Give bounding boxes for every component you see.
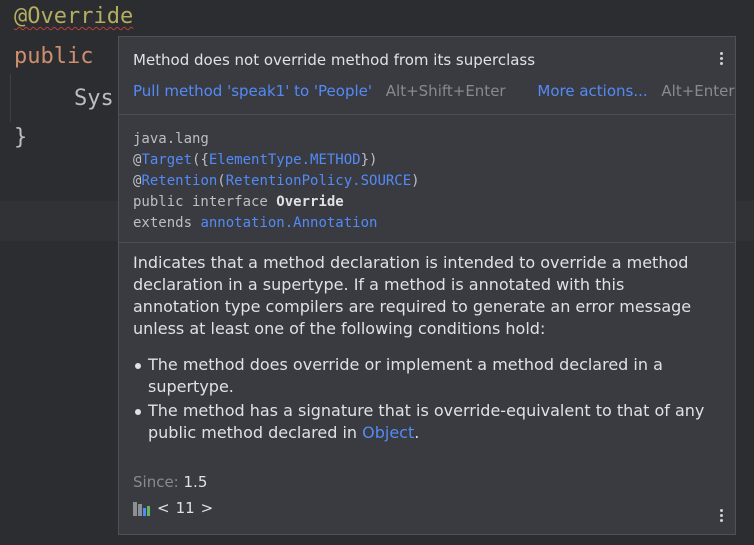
paren: }) [360,152,378,168]
annotation-type-link[interactable]: annotation.Annotation [200,215,377,231]
since-value: 1.5 [183,473,208,491]
version-number: 11 [175,499,195,517]
override-annotation[interactable]: @Override [14,4,133,29]
interface-name: Override [276,194,344,210]
more-actions-shortcut: Alt+Enter [661,82,735,100]
paren: ( [217,173,226,189]
version-navigator: < 11 > [133,499,213,517]
list-item: The method has a signature that is overr… [133,400,713,444]
more-vertical-icon[interactable] [720,52,724,67]
code-line-method-decl[interactable]: public [14,44,93,70]
doc-intro: Indicates that a method declaration is i… [133,253,692,338]
declaration-block: java.lang @Target({ElementType.METHOD}) … [133,129,420,234]
problem-message: Method does not override method from its… [133,51,536,69]
more-actions-link[interactable]: More actions... [537,82,647,100]
indent-guide [10,74,11,122]
interface-keyword: public interface [133,194,277,210]
library-icon [133,500,151,516]
next-version-button[interactable]: > [201,499,214,517]
object-link[interactable]: Object [362,423,414,442]
retention-link[interactable]: Retention [141,173,217,189]
element-type-link[interactable]: ElementType.METHOD [209,152,361,168]
code-line-close-brace[interactable]: } [14,125,27,151]
divider [119,242,735,243]
paren: ({ [192,152,209,168]
list-item-text: . [414,423,420,442]
quick-doc-popup: Method does not override method from its… [118,36,736,535]
quick-fix-row: Pull method 'speak1' to 'People' Alt+Shi… [133,82,735,100]
code-line-body[interactable]: Sys [74,86,114,112]
pull-method-action[interactable]: Pull method 'speak1' to 'People' [133,82,372,100]
since-info: Since: 1.5 [133,473,207,491]
doc-conditions-list: The method does override or implement a … [133,354,713,444]
pull-method-shortcut: Alt+Shift+Enter [385,82,506,100]
list-item-text: The method has a signature that is overr… [148,401,705,442]
more-vertical-icon[interactable] [720,509,724,524]
documentation-body: Indicates that a method declaration is i… [133,252,713,446]
paren: ) [411,173,420,189]
code-line-annotation[interactable]: @Override [14,4,133,30]
package-name: java.lang [133,131,209,147]
retention-policy-link[interactable]: RetentionPolicy.SOURCE [226,173,411,189]
since-label: Since: [133,473,179,491]
prev-version-button[interactable]: < [157,499,170,517]
target-link[interactable]: Target [141,152,192,168]
extends-keyword: extends [133,215,201,231]
divider [119,114,735,115]
list-item: The method does override or implement a … [133,354,713,398]
